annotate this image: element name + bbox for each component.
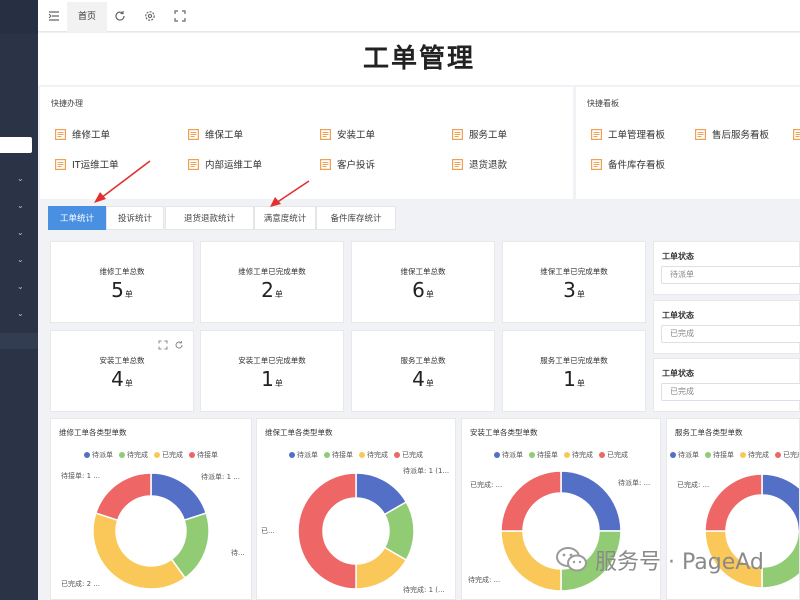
- watermark: 服务号 · PageAd: [555, 543, 764, 577]
- arrow-annotation: [94, 160, 151, 203]
- annotation-arrows: [94, 160, 310, 207]
- arrow-annotation: [270, 180, 310, 207]
- wechat-logo-icon: [556, 547, 587, 572]
- watermark-text: 服务号 · PageAd: [595, 550, 764, 575]
